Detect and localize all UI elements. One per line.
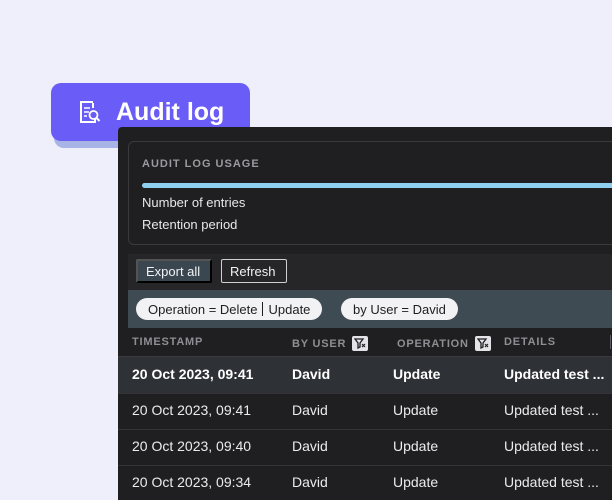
badge-title: Audit log bbox=[116, 98, 225, 126]
usage-retention-label: Retention period bbox=[142, 217, 238, 232]
cell-details: Updated test ... bbox=[504, 402, 599, 418]
cell-operation: Update bbox=[393, 402, 439, 418]
usage-entries-label: Number of entries bbox=[142, 195, 246, 210]
operation-filter-chip[interactable]: Operation = Delete Update bbox=[136, 298, 323, 320]
cell-operation: Update bbox=[393, 474, 439, 490]
filter-bar: Operation = Delete Update by User = Davi… bbox=[128, 290, 612, 328]
chip-separator bbox=[262, 302, 264, 316]
usage-progress-bar bbox=[142, 183, 612, 188]
audit-log-panel: AUDIT LOG USAGE Number of entries Retent… bbox=[118, 127, 612, 500]
cell-user: David bbox=[292, 366, 331, 382]
column-details[interactable]: DETAILS bbox=[504, 336, 556, 348]
export-all-button[interactable]: Export all bbox=[136, 259, 212, 283]
cell-details: Updated test ... bbox=[504, 438, 599, 454]
cell-timestamp: 20 Oct 2023, 09:41 bbox=[132, 366, 254, 382]
cell-user: David bbox=[292, 438, 328, 454]
cell-operation: Update bbox=[393, 438, 439, 454]
column-operation[interactable]: OPERATION bbox=[397, 336, 491, 351]
cell-details: Updated test ... bbox=[504, 474, 599, 490]
usage-title: AUDIT LOG USAGE bbox=[142, 158, 260, 170]
table-row[interactable]: 20 Oct 2023, 09:34 David Update Updated … bbox=[118, 465, 612, 500]
filter-icon[interactable] bbox=[352, 336, 369, 351]
table-row[interactable]: 20 Oct 2023, 09:41 David Update Updated … bbox=[118, 393, 612, 430]
cell-operation: Update bbox=[393, 366, 441, 382]
user-filter-label: by User = David bbox=[353, 301, 446, 317]
cell-user: David bbox=[292, 402, 328, 418]
column-by-user[interactable]: BY USER bbox=[292, 336, 369, 351]
table-row[interactable]: 20 Oct 2023, 09:41 David Update Updated … bbox=[118, 357, 612, 394]
audit-document-icon bbox=[80, 101, 101, 123]
audit-log-usage-card: AUDIT LOG USAGE Number of entries Retent… bbox=[128, 141, 612, 245]
table-row[interactable]: 20 Oct 2023, 09:40 David Update Updated … bbox=[118, 429, 612, 466]
cell-timestamp: 20 Oct 2023, 09:41 bbox=[132, 402, 252, 418]
cell-timestamp: 20 Oct 2023, 09:34 bbox=[132, 474, 252, 490]
column-operation-label: OPERATION bbox=[397, 337, 469, 350]
operation-filter-extra: Update bbox=[268, 301, 311, 317]
refresh-button[interactable]: Refresh bbox=[221, 259, 287, 283]
column-by-user-label: BY USER bbox=[292, 337, 347, 350]
cell-details: Updated test ... bbox=[504, 366, 605, 382]
column-details-label: DETAILS bbox=[504, 336, 556, 348]
column-divider bbox=[610, 335, 611, 349]
filter-icon[interactable] bbox=[474, 336, 491, 351]
cell-timestamp: 20 Oct 2023, 09:40 bbox=[132, 438, 252, 454]
column-timestamp-label: TIMESTAMP bbox=[132, 336, 204, 348]
cell-user: David bbox=[292, 474, 328, 490]
user-filter-chip[interactable]: by User = David bbox=[341, 298, 458, 320]
operation-filter-label: Operation = Delete bbox=[148, 301, 258, 317]
table-header: TIMESTAMP BY USER OPERATION DETAILS bbox=[118, 328, 612, 357]
toolbar: Export all Refresh bbox=[128, 254, 612, 290]
column-timestamp[interactable]: TIMESTAMP bbox=[132, 336, 203, 348]
